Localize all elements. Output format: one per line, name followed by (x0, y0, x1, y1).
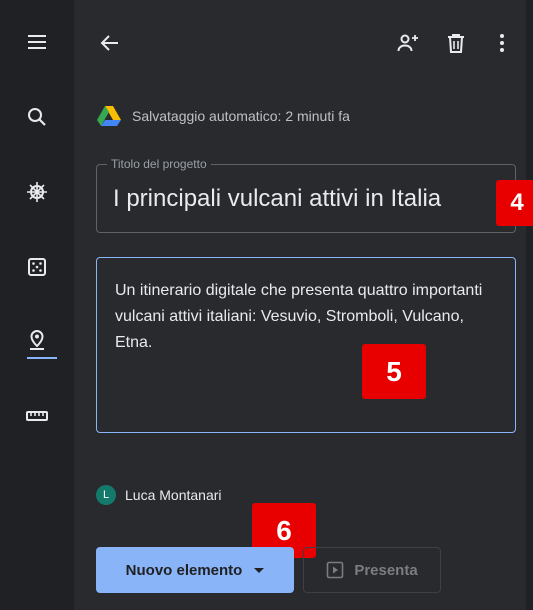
ship-wheel-icon (27, 182, 47, 202)
search-icon (28, 108, 46, 126)
random-button[interactable] (0, 245, 74, 289)
search-button[interactable] (0, 95, 74, 139)
annotation-badge-4: 4 (496, 180, 533, 226)
back-button[interactable] (95, 28, 125, 58)
trash-icon (448, 34, 464, 53)
new-item-label: Nuovo elemento (125, 561, 243, 579)
navigation-rail (0, 0, 74, 610)
dice-icon (28, 258, 46, 276)
arrow-back-icon (100, 35, 118, 51)
play-box-icon (327, 561, 344, 579)
panel-edge (526, 0, 533, 610)
add-person-icon (397, 34, 418, 52)
more-options-button[interactable] (487, 28, 517, 58)
delete-button[interactable] (441, 28, 471, 58)
owner-name: Luca Montanari (125, 487, 222, 503)
new-item-button[interactable]: Nuovo elemento (96, 547, 294, 593)
present-label: Presenta (354, 561, 418, 579)
project-description-value[interactable]: Un itinerario digitale che presenta quat… (115, 278, 505, 356)
autosave-status: Salvataggio automatico: 2 minuti fa (96, 105, 350, 127)
project-owner: L Luca Montanari (96, 485, 222, 505)
menu-icon (28, 35, 46, 49)
project-title-field[interactable]: Titolo del progetto I principali vulcani… (96, 157, 516, 233)
project-title-label: Titolo del progetto (107, 157, 211, 171)
active-indicator (27, 357, 57, 359)
annotation-badge-5: 5 (362, 344, 426, 399)
project-title-value[interactable]: I principali vulcani attivi in Italia (113, 185, 441, 213)
explore-button[interactable] (0, 170, 74, 214)
caret-down-icon (254, 567, 265, 573)
menu-button[interactable] (0, 20, 74, 64)
share-button[interactable] (393, 28, 423, 58)
avatar: L (96, 485, 116, 505)
projects-button[interactable] (0, 318, 74, 362)
ruler-icon (26, 411, 48, 421)
google-drive-icon (97, 106, 121, 126)
map-pin-icon (30, 329, 44, 350)
more-vert-icon (500, 34, 504, 52)
autosave-text: Salvataggio automatico: 2 minuti fa (132, 108, 350, 124)
present-button[interactable]: Presenta (303, 547, 441, 593)
measure-button[interactable] (0, 394, 74, 438)
project-description-field[interactable]: Un itinerario digitale che presenta quat… (96, 257, 516, 433)
